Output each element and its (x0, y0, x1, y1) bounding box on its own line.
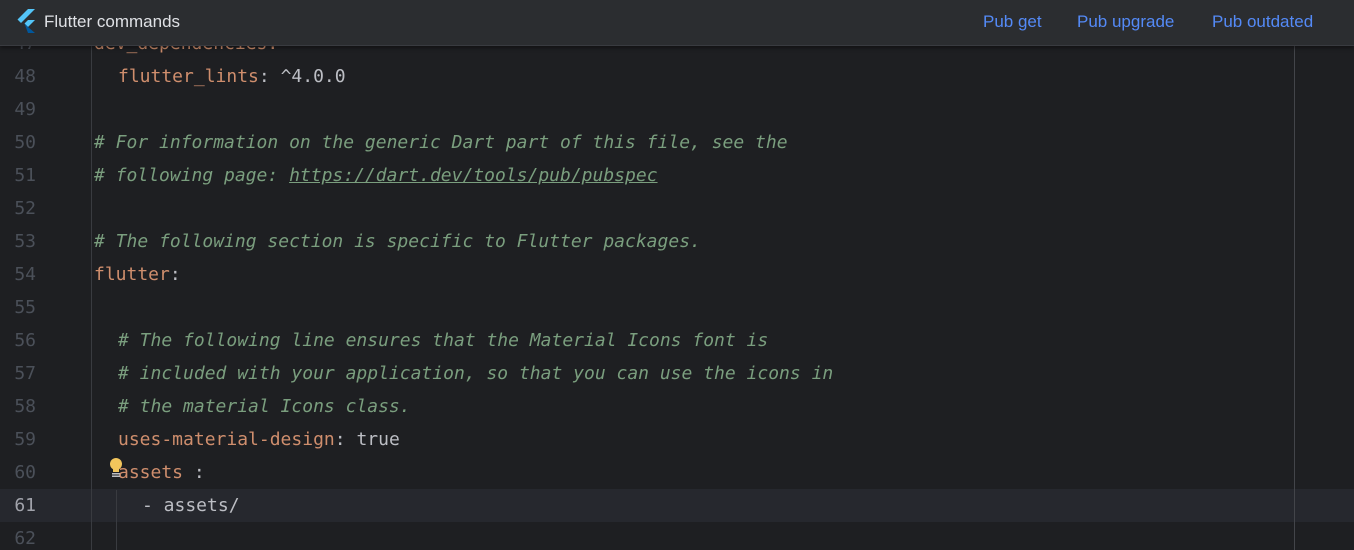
line-number: 53 (14, 231, 36, 252)
pub-upgrade-link[interactable]: Pub upgrade (1077, 12, 1174, 32)
comment-link[interactable]: https://dart.dev/tools/pub/pubspec (289, 165, 657, 186)
code-text[interactable]: assets : (118, 462, 205, 484)
yaml-value: ^4.0.0 (280, 66, 346, 87)
editor-line-59[interactable]: 59 uses-material-design: true (0, 423, 1354, 456)
pub-get-link[interactable]: Pub get (983, 12, 1042, 32)
line-number: 58 (14, 396, 36, 417)
comment-text[interactable]: # the material Icons class. (118, 396, 411, 418)
editor-line-62[interactable]: 62 (0, 522, 1354, 550)
comment-text[interactable]: # The following line ensures that the Ma… (118, 330, 768, 352)
yaml-key: assets (118, 462, 184, 483)
code-text[interactable]: uses-material-design: true (118, 429, 400, 451)
editor-line-60[interactable]: 60 assets : (0, 456, 1354, 489)
editor-line-50[interactable]: 50 # For information on the generic Dart… (0, 126, 1354, 159)
editor-line-49[interactable]: 49 (0, 93, 1354, 126)
line-number: 49 (14, 99, 36, 120)
flutter-logo-icon (17, 9, 35, 33)
bar-title: Flutter commands (44, 12, 181, 31)
comment-text: # following page: (94, 165, 290, 186)
yaml-value: true (356, 429, 400, 450)
yaml-key: flutter (94, 264, 170, 285)
line-number: 48 (14, 66, 36, 87)
indent-guide (91, 45, 92, 550)
code-editor[interactable]: 47 dev_dependencies: 48 flutter_lints: ^… (0, 0, 1354, 550)
flutter-commands-bar: Flutter commands Pub get Pub upgrade Pub… (0, 0, 1354, 46)
editor-line-53[interactable]: 53 # The following section is specific t… (0, 225, 1354, 258)
pub-outdated-link[interactable]: Pub outdated (1212, 12, 1313, 32)
editor-line-61[interactable]: 61 - assets/ (0, 489, 1354, 522)
line-number: 59 (14, 429, 36, 450)
indent-guide (116, 490, 117, 550)
line-number: 54 (14, 264, 36, 285)
editor-line-58[interactable]: 58 # the material Icons class. (0, 390, 1354, 423)
line-number: 50 (14, 132, 36, 153)
yaml-separator: : (183, 462, 205, 483)
editor-line-54[interactable]: 54 flutter: (0, 258, 1354, 291)
editor-line-57[interactable]: 57 # included with your application, so … (0, 357, 1354, 390)
editor-line-56[interactable]: 56 # The following line ensures that the… (0, 324, 1354, 357)
yaml-key: uses-material-design (118, 429, 335, 450)
line-number: 55 (14, 297, 36, 318)
yaml-key: flutter_lints (118, 66, 259, 87)
line-number: 60 (14, 462, 36, 483)
lightbulb-icon[interactable] (108, 457, 124, 477)
editor-line-51[interactable]: 51 # following page: https://dart.dev/to… (0, 159, 1354, 192)
editor-line-55[interactable]: 55 (0, 291, 1354, 324)
comment-text[interactable]: # For information on the generic Dart pa… (94, 132, 788, 154)
right-margin-guide (1294, 45, 1295, 550)
editor-line-52[interactable]: 52 (0, 192, 1354, 225)
code-text[interactable]: flutter: (94, 264, 181, 286)
comment-text[interactable]: # included with your application, so tha… (118, 363, 833, 385)
comment-text[interactable]: # The following section is specific to F… (94, 231, 701, 253)
code-text[interactable]: flutter_lints: ^4.0.0 (118, 66, 346, 88)
yaml-separator: : (334, 429, 357, 450)
yaml-separator: : (169, 264, 181, 285)
line-number: 61 (14, 495, 36, 516)
editor-line-48[interactable]: 48 flutter_lints: ^4.0.0 (0, 60, 1354, 93)
yaml-separator: : (258, 66, 281, 87)
line-number: 52 (14, 198, 36, 219)
line-number: 62 (14, 528, 36, 549)
line-number: 56 (14, 330, 36, 351)
line-number: 51 (14, 165, 36, 186)
code-text[interactable]: # following page: https://dart.dev/tools… (94, 165, 658, 187)
code-text[interactable]: - assets/ (142, 495, 240, 517)
line-number: 57 (14, 363, 36, 384)
